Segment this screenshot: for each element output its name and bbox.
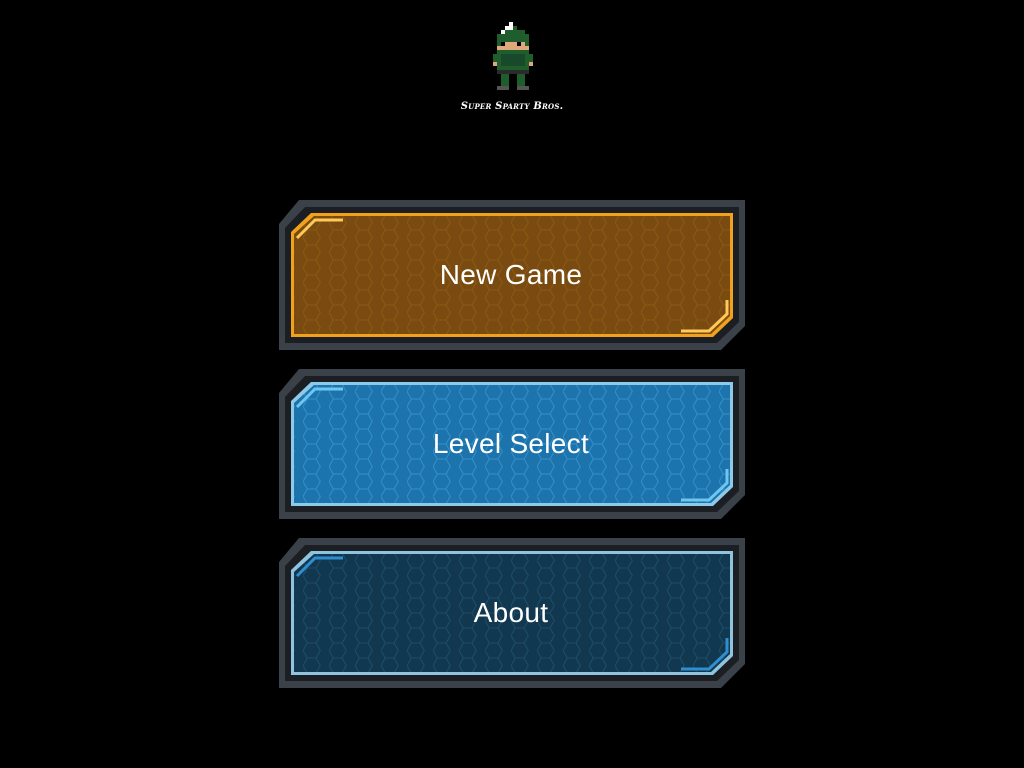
sparty-character-icon [493, 22, 533, 90]
about-button[interactable]: About [277, 538, 747, 688]
level-select-label: Level Select [432, 428, 590, 459]
new-game-button[interactable]: New Game [277, 200, 747, 350]
new-game-label: New Game [439, 259, 583, 290]
game-logo: Super Sparty Bros. [452, 18, 572, 122]
game-title: Super Sparty Bros. [460, 101, 564, 112]
about-label: About [473, 597, 549, 628]
level-select-button[interactable]: Level Select [277, 369, 747, 519]
